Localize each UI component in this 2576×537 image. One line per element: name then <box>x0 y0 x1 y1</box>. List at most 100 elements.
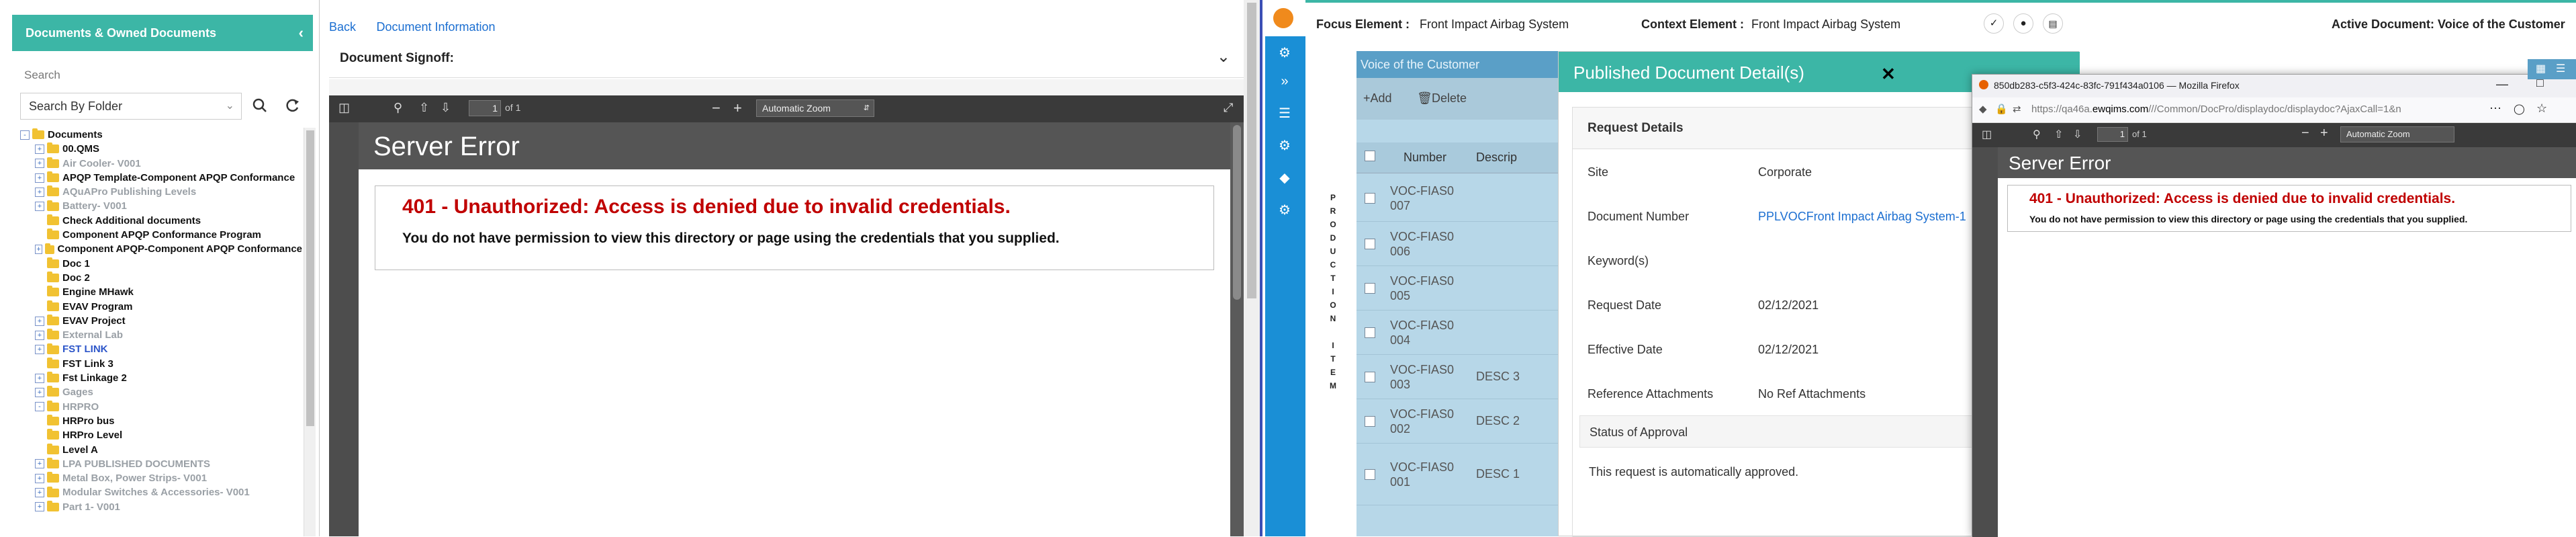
expand-node-icon[interactable]: + <box>35 387 44 397</box>
tree-item-label[interactable]: Component APQP-Component APQP Conformanc… <box>58 242 302 256</box>
tree-item-label[interactable]: 00.QMS <box>62 142 99 156</box>
grid-view-icon[interactable]: ▦ <box>2536 62 2546 75</box>
tree-item-label[interactable]: HRPro bus <box>62 414 115 428</box>
row-number[interactable]: VOC-FIAS0004 <box>1390 318 1457 347</box>
expand-node-icon[interactable]: + <box>35 488 44 498</box>
row-checkbox[interactable] <box>1365 372 1375 382</box>
address-bar[interactable]: ◆ 🔒 ⇄ https://qa46a.ewqims.com///Common/… <box>1972 97 2576 123</box>
row-number[interactable]: VOC-FIAS0007 <box>1390 183 1457 213</box>
collapse-node-icon[interactable]: - <box>35 402 44 412</box>
cogs-icon[interactable]: ⚙ <box>1265 202 1304 218</box>
document-information-link[interactable]: Document Information <box>376 20 495 34</box>
url-text[interactable]: https://qa46a.ewqims.com///Common/DocPro… <box>2031 104 2401 115</box>
tree-item[interactable]: +00.QMS <box>20 142 302 156</box>
sidebar-toggle-icon[interactable]: ◫ <box>1982 128 1992 141</box>
zoom-select[interactable]: Automatic Zoom ⇵ <box>756 99 874 117</box>
list-view-icon[interactable]: ☰ <box>2556 62 2565 75</box>
next-page-icon[interactable]: ⇩ <box>2073 128 2082 141</box>
close-icon[interactable]: ✕ <box>1881 64 1896 85</box>
drop-icon[interactable]: ● <box>2013 13 2033 34</box>
tree-item[interactable]: + Component APQP-Component APQP Conforman… <box>20 242 302 256</box>
tree-item[interactable]: + AQuAPro Publishing Levels <box>20 185 302 199</box>
chevron-left-icon[interactable]: ‹ <box>299 24 304 42</box>
lock-icon[interactable]: 🔒 <box>1995 103 2008 115</box>
tree-item[interactable]: Doc 2 <box>20 271 302 285</box>
zoom-in-button[interactable]: + <box>733 99 742 117</box>
tree-item[interactable]: + Modular Switches & Accessories- V001 <box>20 485 302 499</box>
search-icon[interactable] <box>250 94 270 117</box>
delete-button[interactable]: Delete <box>1432 91 1467 106</box>
pocket-icon[interactable]: ◯ <box>2514 103 2525 115</box>
zoom-in-button[interactable]: + <box>2320 126 2328 141</box>
tree-item-label[interactable]: Engine MHawk <box>62 285 134 299</box>
tree-item[interactable]: + Metal Box, Power Strips- V001 <box>20 471 302 485</box>
back-link[interactable]: Back <box>329 20 356 34</box>
tree-scrollbar[interactable] <box>304 128 316 536</box>
expand-node-icon[interactable]: + <box>35 159 44 169</box>
tree-item-label[interactable]: FST LINK <box>62 342 108 356</box>
window-scrollbar-thumb[interactable] <box>1247 3 1256 298</box>
search-by-folder-select[interactable]: Search By Folder ⌄ <box>20 93 242 120</box>
tree-item[interactable]: Check Additional documents <box>20 214 302 228</box>
window-scrollbar[interactable] <box>1244 0 1260 536</box>
tree-item-label[interactable]: EVAV Program <box>62 300 132 314</box>
tree-item[interactable]: Level A <box>20 443 302 457</box>
tree-item[interactable]: HRPro Level <box>20 428 302 442</box>
table-row[interactable]: VOC-FIAS0007 <box>1356 175 1558 222</box>
column-description-header[interactable]: Descrip <box>1476 151 1517 165</box>
tree-item-label[interactable]: AQuAPro Publishing Levels <box>62 185 196 199</box>
table-row[interactable]: VOC-FIAS0005 <box>1356 266 1558 311</box>
tree-item[interactable]: - Documents <box>20 128 302 142</box>
expand-node-icon[interactable]: + <box>35 144 44 154</box>
tree-item-label[interactable]: Check Additional documents <box>62 214 201 228</box>
row-checkbox[interactable] <box>1365 327 1375 338</box>
tree-item[interactable]: + APQP Template-Component APQP Conformanc… <box>20 171 302 185</box>
chart-icon[interactable]: ▤ <box>2043 13 2063 34</box>
tree-item[interactable]: + LPA PUBLISHED DOCUMENTS <box>20 457 302 471</box>
double-chevron-down-icon[interactable]: » <box>1265 74 1304 89</box>
expand-node-icon[interactable]: + <box>35 202 44 212</box>
tree-item-label[interactable]: Doc 2 <box>62 271 90 285</box>
find-icon[interactable]: ⚲ <box>2033 128 2041 141</box>
tree-item[interactable]: + EVAV Project <box>20 314 302 328</box>
zoom-select[interactable]: Automatic Zoom <box>2340 126 2454 142</box>
row-checkbox[interactable] <box>1365 193 1375 204</box>
column-number-header[interactable]: Number <box>1404 151 1446 165</box>
tree-item-label[interactable]: HRPRO <box>62 400 99 414</box>
find-icon[interactable]: ⚲ <box>394 101 402 115</box>
tree-item[interactable]: + External Lab <box>20 328 302 342</box>
tree-item-label[interactable]: Doc 1 <box>62 257 90 271</box>
tree-item-label[interactable]: Part 1- V001 <box>62 500 120 514</box>
tree-item[interactable]: - HRPRO <box>20 400 302 414</box>
select-all-checkbox[interactable] <box>1365 151 1375 161</box>
logo-icon[interactable] <box>1273 8 1293 28</box>
expand-node-icon[interactable]: + <box>35 173 44 183</box>
collapse-node-icon[interactable]: - <box>20 130 30 140</box>
tree-item[interactable]: + Air Cooler- V001 <box>20 157 302 171</box>
page-number-input[interactable]: 1 <box>469 100 501 116</box>
tree-item-label[interactable]: EVAV Project <box>62 314 126 328</box>
tree-item-label[interactable]: APQP Template-Component APQP Conformance <box>62 171 295 185</box>
expand-node-icon[interactable]: + <box>35 502 44 512</box>
zoom-out-button[interactable]: − <box>712 99 721 117</box>
previous-page-icon[interactable]: ⇧ <box>2054 128 2063 141</box>
expand-node-icon[interactable]: + <box>35 187 44 197</box>
tree-item[interactable]: + Fst Linkage 2 <box>20 371 302 385</box>
table-row[interactable]: VOC-FIAS0006 <box>1356 222 1558 266</box>
expand-node-icon[interactable]: + <box>35 345 44 355</box>
bookmark-star-icon[interactable]: ☆ <box>2536 101 2547 116</box>
more-icon[interactable]: ⋯ <box>2489 101 2501 116</box>
row-number[interactable]: VOC-FIAS0006 <box>1390 229 1457 259</box>
gear-group-icon[interactable]: ⚙ <box>1265 44 1304 61</box>
tree-scrollbar-thumb[interactable] <box>306 130 314 426</box>
row-checkbox[interactable] <box>1365 283 1375 294</box>
row-number[interactable]: VOC-FIAS0002 <box>1390 407 1457 436</box>
expand-node-icon[interactable]: + <box>35 459 44 469</box>
expand-node-icon[interactable]: + <box>35 473 44 483</box>
table-row[interactable]: VOC-FIAS0004 <box>1356 311 1558 355</box>
fullscreen-icon[interactable]: ⤢ <box>1224 101 1233 115</box>
permissions-icon[interactable]: ⇄ <box>2013 103 2021 115</box>
tree-item[interactable]: + Gages <box>20 385 302 399</box>
row-checkbox[interactable] <box>1365 469 1375 480</box>
focus-element-value[interactable]: Front Impact Airbag System <box>1420 17 1569 32</box>
